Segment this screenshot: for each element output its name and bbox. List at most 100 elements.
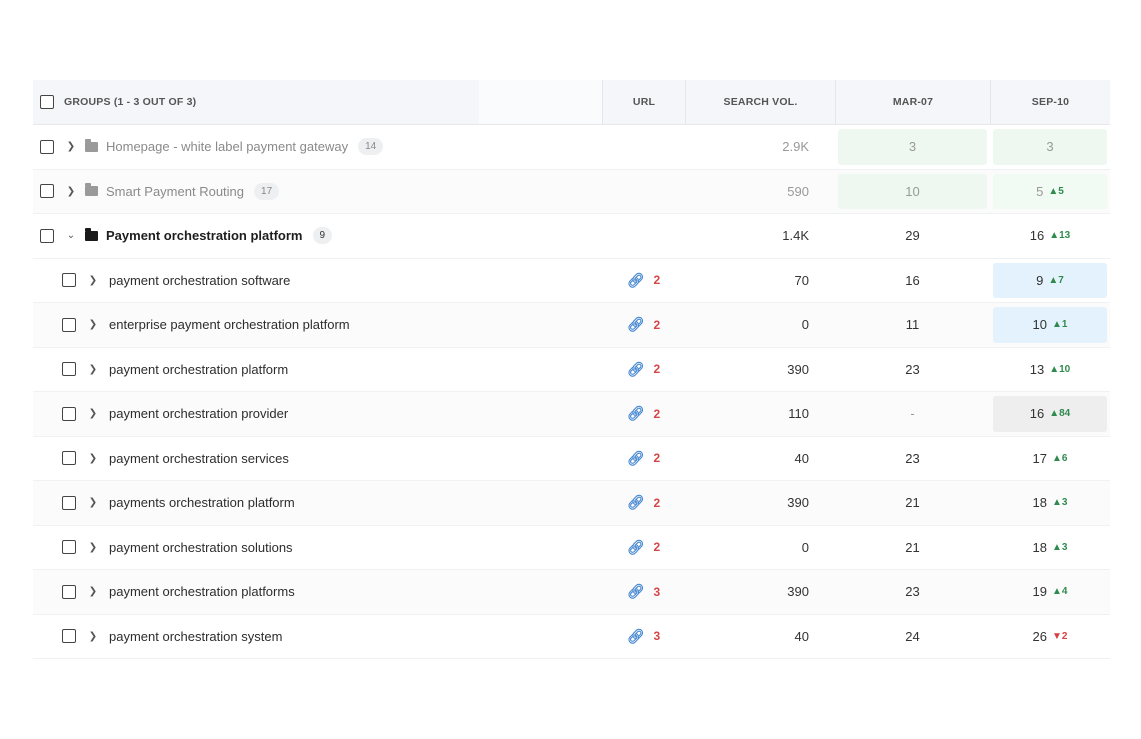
keyword-text[interactable]: payment orchestration services xyxy=(109,451,289,466)
url-count[interactable]: 2 xyxy=(654,273,661,287)
chevron-right-icon[interactable]: ❯ xyxy=(87,631,99,642)
groups-header: GROUPS (1 - 3 OUT OF 3) xyxy=(33,80,479,124)
row-checkbox[interactable] xyxy=(40,139,54,154)
date-column-header-sep[interactable]: SEP-10 xyxy=(990,80,1110,124)
triangle-up-icon: ▲ xyxy=(1049,230,1060,242)
group-name[interactable]: Smart Payment Routing xyxy=(106,184,244,199)
url-cell[interactable]: 🔗︎ 2 xyxy=(602,437,685,481)
url-count[interactable]: 2 xyxy=(654,362,661,376)
date-column-header-mar[interactable]: MAR-07 xyxy=(835,80,990,124)
link-icon[interactable]: 🔗︎ xyxy=(627,316,645,333)
chevron-right-icon[interactable]: ❯ xyxy=(65,141,77,152)
position-cell-sep: 5 ▲5 xyxy=(990,170,1110,214)
url-cell[interactable]: 🔗︎ 3 xyxy=(602,570,685,614)
chevron-right-icon[interactable]: ❯ xyxy=(87,586,99,597)
position-number: 16 xyxy=(1029,228,1045,244)
row-checkbox[interactable] xyxy=(40,228,54,243)
keyword-row[interactable]: ❯ payments orchestration platform 🔗︎ 2 3… xyxy=(33,481,1110,526)
keyword-row[interactable]: ❯ payment orchestration services 🔗︎ 2 40… xyxy=(33,437,1110,481)
link-icon[interactable]: 🔗︎ xyxy=(627,494,645,511)
row-checkbox[interactable] xyxy=(62,495,76,510)
search-volume-cell: 390 xyxy=(787,495,809,511)
keyword-text[interactable]: payment orchestration provider xyxy=(109,406,288,421)
position-number: 19 xyxy=(1032,584,1047,600)
folder-icon xyxy=(85,183,98,197)
group-row-expanded[interactable]: ⌄ Payment orchestration platform 9 1.4K … xyxy=(33,214,1110,259)
url-cell xyxy=(602,125,685,169)
chevron-right-icon[interactable]: ❯ xyxy=(87,542,99,553)
keyword-row[interactable]: ❯ payment orchestration solutions 🔗︎ 2 0… xyxy=(33,526,1110,570)
group-name[interactable]: Payment orchestration platform xyxy=(106,228,303,243)
row-checkbox[interactable] xyxy=(62,451,76,466)
row-checkbox[interactable] xyxy=(62,317,76,332)
url-cell[interactable]: 🔗︎ 3 xyxy=(602,615,685,659)
row-checkbox[interactable] xyxy=(62,629,76,644)
url-cell[interactable]: 🔗︎ 2 xyxy=(602,526,685,570)
position-value: 9 ▲7 xyxy=(993,262,1107,298)
keyword-row[interactable]: ❯ payment orchestration provider 🔗︎ 2 11… xyxy=(33,392,1110,437)
position-value: 23 xyxy=(905,450,920,466)
folder-icon xyxy=(85,138,98,152)
select-all-checkbox[interactable] xyxy=(40,95,54,109)
url-count[interactable]: 2 xyxy=(654,540,661,554)
chevron-right-icon[interactable]: ❯ xyxy=(87,275,99,286)
url-count[interactable]: 2 xyxy=(654,318,661,332)
keyword-text[interactable]: payment orchestration platform xyxy=(109,362,288,377)
row-checkbox[interactable] xyxy=(62,406,76,421)
keyword-row[interactable]: ❯ payment orchestration platform 🔗︎ 2 39… xyxy=(33,348,1110,392)
url-cell[interactable]: 🔗︎ 2 xyxy=(602,481,685,525)
url-count[interactable]: 2 xyxy=(654,496,661,510)
keyword-row[interactable]: ❯ payment orchestration software 🔗︎ 2 70… xyxy=(33,259,1110,303)
url-count[interactable]: 2 xyxy=(654,451,661,465)
keyword-text[interactable]: payment orchestration software xyxy=(109,273,290,288)
url-count[interactable]: 3 xyxy=(654,585,661,599)
keyword-text[interactable]: payment orchestration system xyxy=(109,629,282,644)
keyword-row[interactable]: ❯ enterprise payment orchestration platf… xyxy=(33,303,1110,348)
chevron-right-icon[interactable]: ❯ xyxy=(65,186,77,197)
row-checkbox[interactable] xyxy=(62,273,76,288)
keyword-text[interactable]: payment orchestration platforms xyxy=(109,584,295,599)
keyword-text[interactable]: payment orchestration solutions xyxy=(109,540,293,555)
position-number: 9 xyxy=(1036,272,1044,288)
keyword-text[interactable]: enterprise payment orchestration platfor… xyxy=(109,317,350,332)
url-cell[interactable]: 🔗︎ 2 xyxy=(602,259,685,303)
position-cell-mar: 23 xyxy=(835,437,990,481)
triangle-up-icon: ▲ xyxy=(1052,497,1062,509)
position-value: 17 ▲6 xyxy=(993,441,1107,477)
url-cell[interactable]: 🔗︎ 2 xyxy=(602,392,685,436)
position-cell-mar: 10 xyxy=(835,170,990,214)
url-column-header[interactable]: URL xyxy=(602,80,685,124)
link-icon[interactable]: 🔗︎ xyxy=(627,539,645,556)
link-icon[interactable]: 🔗︎ xyxy=(627,450,645,467)
row-checkbox[interactable] xyxy=(62,540,76,555)
url-cell[interactable]: 🔗︎ 2 xyxy=(602,303,685,347)
url-count[interactable]: 3 xyxy=(654,629,661,643)
chevron-right-icon[interactable]: ❯ xyxy=(87,408,99,419)
link-icon[interactable]: 🔗︎ xyxy=(627,361,645,378)
chevron-right-icon[interactable]: ❯ xyxy=(87,319,99,330)
link-icon[interactable]: 🔗︎ xyxy=(627,583,645,600)
search-volume-column-header[interactable]: SEARCH VOL. xyxy=(685,80,835,124)
row-checkbox[interactable] xyxy=(62,584,76,599)
chevron-right-icon[interactable]: ❯ xyxy=(87,453,99,464)
position-value: 24 xyxy=(905,628,920,644)
link-icon[interactable]: 🔗︎ xyxy=(627,272,645,289)
chevron-right-icon[interactable]: ❯ xyxy=(87,497,99,508)
group-row[interactable]: ❯ Smart Payment Routing 17 590 10 5 ▲5 xyxy=(33,169,1110,214)
url-count[interactable]: 2 xyxy=(654,407,661,421)
position-cell-mar: 3 xyxy=(835,125,990,169)
group-name[interactable]: Homepage - white label payment gateway xyxy=(106,139,348,154)
keyword-row[interactable]: ❯ payment orchestration system 🔗︎ 3 40 2… xyxy=(33,615,1110,659)
link-icon[interactable]: 🔗︎ xyxy=(627,405,645,422)
position-cell-sep: 10 ▲1 xyxy=(990,303,1110,347)
chevron-right-icon[interactable]: ❯ xyxy=(87,364,99,375)
row-checkbox[interactable] xyxy=(40,184,54,199)
url-cell[interactable]: 🔗︎ 2 xyxy=(602,348,685,392)
chevron-down-icon[interactable]: ⌄ xyxy=(65,230,77,241)
keyword-row[interactable]: ❯ payment orchestration platforms 🔗︎ 3 3… xyxy=(33,570,1110,615)
keyword-text[interactable]: payments orchestration platform xyxy=(109,495,295,510)
position-cell-mar: 24 xyxy=(835,615,990,659)
link-icon[interactable]: 🔗︎ xyxy=(627,628,645,645)
group-row[interactable]: ❯ Homepage - white label payment gateway… xyxy=(33,125,1110,170)
row-checkbox[interactable] xyxy=(62,362,76,377)
